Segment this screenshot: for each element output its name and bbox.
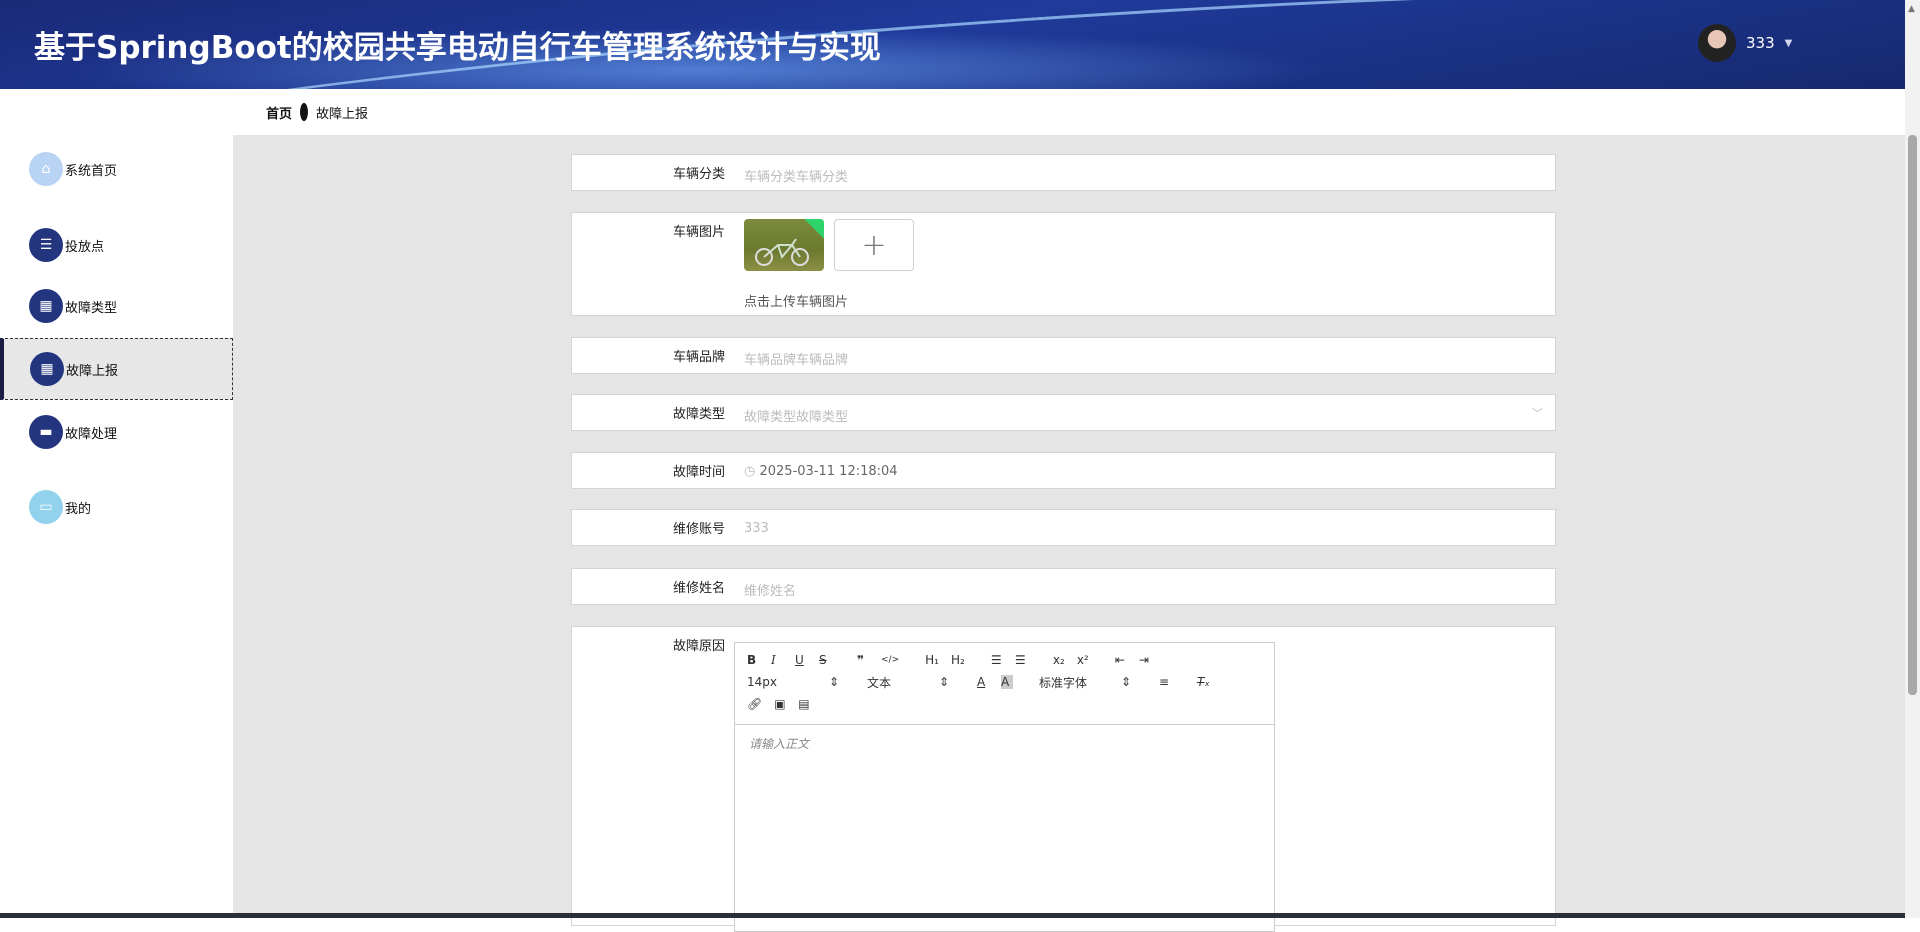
ordered-list-icon[interactable]: ☰ — [991, 653, 1003, 667]
breadcrumb-separator-icon — [300, 103, 309, 121]
font-family-select[interactable]: 标准字体 — [1039, 674, 1109, 691]
field-label: 车辆分类 — [672, 167, 725, 182]
uploaded-image[interactable] — [744, 219, 824, 271]
select-arrows-icon: ⇕ — [1121, 675, 1132, 689]
field-label: 故障原因 — [672, 639, 725, 654]
field-label: 维修账号 — [672, 522, 725, 537]
blockquote-icon[interactable]: ❞ — [857, 653, 869, 667]
form-row-brand: 车辆品牌 车辆品牌车辆品牌 — [571, 337, 1556, 374]
monitor-icon: ▬ — [29, 415, 63, 449]
upload-success-icon — [804, 219, 824, 239]
fault-type-select[interactable]: 故障类型故障类型 — [744, 406, 848, 425]
italic-icon[interactable]: I — [771, 653, 783, 667]
home-icon: ⌂ — [29, 152, 63, 186]
font-size-value: 14px — [747, 675, 777, 689]
list-icon: ☰ — [29, 228, 63, 262]
app-title: 基于SpringBoot的校园共享电动自行车管理系统设计与实现 — [34, 30, 881, 66]
scroll-up-icon[interactable]: ▲ — [1908, 4, 1915, 14]
bike-image — [755, 238, 809, 266]
editor-body[interactable]: 请输入正文 — [735, 725, 1274, 762]
indent-icon[interactable]: ⇥ — [1139, 653, 1151, 667]
breadcrumb-current: 故障上报 — [316, 106, 369, 122]
clear-format-icon[interactable]: T̶ₓ — [1197, 675, 1210, 689]
superscript-icon[interactable]: x² — [1077, 653, 1089, 667]
field-label: 车辆图片 — [672, 225, 725, 240]
caret-down-icon: ▼ — [1784, 37, 1793, 49]
username: 333 — [1746, 34, 1775, 52]
font-color-icon[interactable]: A — [977, 675, 989, 689]
card-icon: ▭ — [29, 490, 63, 524]
breadcrumb-home[interactable]: 首页 — [266, 103, 292, 122]
underline-icon[interactable]: U — [795, 653, 807, 667]
link-icon[interactable]: 🔗︎ — [747, 697, 762, 711]
sidebar-item-stations[interactable]: ☰ 投放点 — [0, 220, 233, 270]
font-family-value: 标准字体 — [1039, 675, 1088, 690]
video-icon[interactable]: ▤ — [798, 697, 810, 711]
text-style-value: 文本 — [867, 675, 892, 690]
image-icon[interactable]: ▣ — [774, 697, 786, 711]
form-row-fault-type[interactable]: 故障类型 故障类型故障类型 ﹀ — [571, 394, 1556, 431]
scrollbar[interactable]: ▲ — [1905, 0, 1920, 918]
form-row-fault-time: 故障时间 ◷ 2025-03-11 12:18:04 — [571, 452, 1556, 489]
select-arrows-icon: ⇕ — [939, 675, 950, 689]
main-content: 车辆分类 车辆分类车辆分类 车辆图片 + 点击上传车辆图片 车辆品牌 车辆品牌车… — [233, 135, 1905, 932]
sidebar-item-label: 投放点 — [65, 239, 105, 255]
code-icon[interactable]: </> — [881, 655, 899, 665]
form-row-name: 维修姓名 维修姓名 — [571, 568, 1556, 605]
breadcrumb: 首页 故障上报 — [233, 89, 1905, 135]
form-row-reason: 故障原因 B I U S ❞ </> H₁ H₂ ☰ ☰ x₂ x² ⇤ ⇥ 1… — [571, 626, 1556, 932]
fault-time-value: 2025-03-11 12:18:04 — [759, 464, 898, 479]
form-row-category: 车辆分类 车辆分类车辆分类 — [571, 154, 1556, 191]
fault-time-input[interactable]: ◷ 2025-03-11 12:18:04 — [744, 464, 898, 479]
font-size-select[interactable]: 14px — [747, 675, 817, 689]
grid-icon: ▦ — [29, 289, 63, 323]
field-label: 车辆品牌 — [672, 350, 725, 365]
form-row-account: 维修账号 333 — [571, 509, 1556, 546]
sidebar-item-label: 系统首页 — [65, 163, 118, 179]
form-row-image: 车辆图片 + 点击上传车辆图片 — [571, 212, 1556, 316]
sidebar-item-mine[interactable]: ▭ 我的 — [0, 482, 233, 532]
background-color-icon[interactable]: A — [1001, 675, 1013, 689]
select-arrows-icon: ⇕ — [829, 675, 840, 689]
sidebar-item-label: 故障上报 — [66, 363, 119, 379]
field-label: 故障时间 — [672, 465, 725, 480]
sidebar-item-label: 我的 — [65, 501, 92, 517]
chevron-down-icon: ﹀ — [1532, 407, 1543, 420]
align-icon[interactable]: ≡ — [1159, 675, 1171, 689]
bottom-bar — [0, 913, 1905, 918]
sidebar-item-label: 故障类型 — [65, 300, 118, 316]
sidebar-item-home[interactable]: ⌂ 系统首页 — [0, 144, 233, 194]
add-image-button[interactable]: + — [834, 219, 914, 271]
scrollbar-thumb[interactable] — [1908, 135, 1917, 695]
grid-icon: ▦ — [30, 352, 64, 386]
strike-icon[interactable]: S — [819, 653, 831, 667]
upload-hint: 点击上传车辆图片 — [744, 295, 849, 310]
name-input[interactable]: 维修姓名 — [744, 580, 796, 599]
sidebar-item-fault-types[interactable]: ▦ 故障类型 — [0, 281, 233, 331]
sidebar-item-fault-handling[interactable]: ▬ 故障处理 — [0, 407, 233, 457]
header: 基于SpringBoot的校园共享电动自行车管理系统设计与实现 333 ▼ — [0, 0, 1905, 89]
sidebar-item-label: 故障处理 — [65, 426, 118, 442]
user-menu[interactable]: 333 ▼ — [1698, 24, 1792, 62]
avatar — [1698, 24, 1736, 62]
subscript-icon[interactable]: x₂ — [1053, 653, 1065, 667]
sidebar: ⌂ 系统首页 ☰ 投放点 ▦ 故障类型 ▦ 故障上报 ▬ 故障处理 ▭ 我的 — [0, 89, 233, 918]
bold-icon[interactable]: B — [747, 653, 759, 667]
editor-toolbar: B I U S ❞ </> H₁ H₂ ☰ ☰ x₂ x² ⇤ ⇥ 14px ⇕ … — [735, 643, 1274, 725]
brand-input[interactable]: 车辆品牌车辆品牌 — [744, 349, 848, 368]
field-label: 维修姓名 — [672, 581, 725, 596]
outdent-icon[interactable]: ⇤ — [1115, 653, 1127, 667]
account-input[interactable]: 333 — [744, 521, 769, 536]
h1-icon[interactable]: H₁ — [925, 653, 939, 667]
clock-icon: ◷ — [744, 464, 760, 479]
sidebar-item-fault-report[interactable]: ▦ 故障上报 — [0, 338, 233, 400]
category-input[interactable]: 车辆分类车辆分类 — [744, 166, 848, 185]
field-label: 故障类型 — [672, 407, 725, 422]
h2-icon[interactable]: H₂ — [951, 653, 965, 667]
bullet-list-icon[interactable]: ☰ — [1015, 653, 1027, 667]
rich-text-editor: B I U S ❞ </> H₁ H₂ ☰ ☰ x₂ x² ⇤ ⇥ 14px ⇕ … — [734, 642, 1275, 932]
text-style-select[interactable]: 文本 — [867, 674, 927, 691]
